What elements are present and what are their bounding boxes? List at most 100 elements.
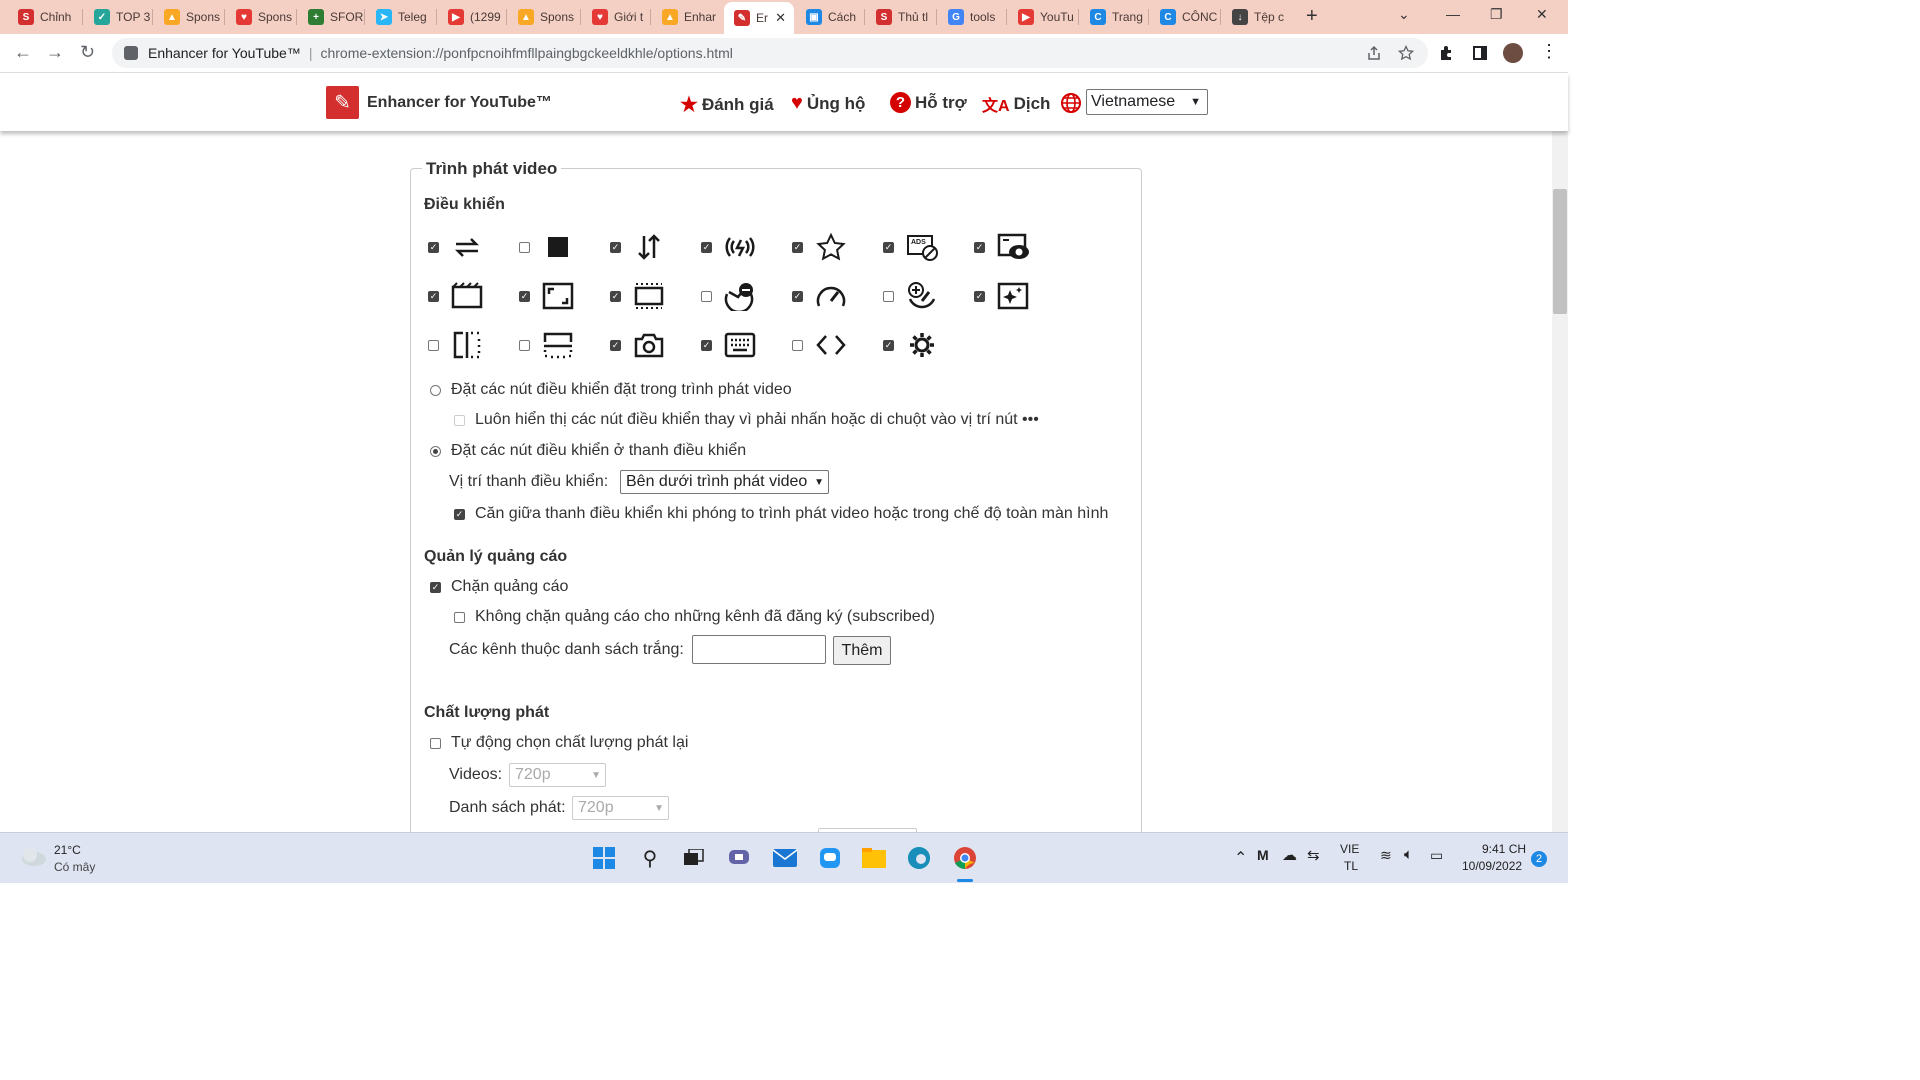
control-checkbox[interactable]	[792, 339, 803, 351]
no-block-subscribed-row[interactable]: Không chặn quảng cáo cho những kênh đã đ…	[454, 608, 935, 626]
address-bar[interactable]: Enhancer for YouTube™ | chrome-extension…	[112, 38, 1428, 68]
close-window-icon[interactable]: ✕	[1536, 6, 1548, 23]
control-option[interactable]: ✓	[883, 329, 943, 361]
chrome-icon[interactable]	[953, 846, 977, 870]
no-block-subscribed-checkbox[interactable]	[454, 611, 465, 623]
always-show-checkbox[interactable]	[454, 414, 465, 426]
add-whitelist-button[interactable]: Thêm	[833, 636, 891, 665]
control-option[interactable]: ✓ ADS	[883, 231, 943, 263]
center-bar-checkbox[interactable]: ✓	[454, 508, 465, 520]
scrollbar-thumb[interactable]	[1553, 189, 1567, 314]
control-option[interactable]: ✓	[428, 280, 488, 312]
browser-tab[interactable]: C Trang	[1080, 4, 1148, 30]
control-option[interactable]: ✓	[610, 280, 670, 312]
control-option[interactable]	[883, 280, 943, 312]
control-option[interactable]: ✓	[610, 231, 670, 263]
control-checkbox[interactable]: ✓	[792, 290, 803, 302]
block-ads-row[interactable]: ✓ Chặn quảng cáo	[430, 578, 568, 596]
control-option[interactable]: ✓	[701, 231, 761, 263]
control-option[interactable]: ✓	[428, 231, 488, 263]
browser-tab[interactable]: + SFOR	[298, 4, 364, 30]
browser-tab[interactable]: ✓ TOP 3	[84, 4, 152, 30]
control-option[interactable]: ✓	[792, 231, 852, 263]
always-show-row[interactable]: Luôn hiển thị các nút điều khiển thay vì…	[454, 411, 1039, 429]
edge-icon[interactable]	[907, 846, 931, 870]
control-checkbox[interactable]: ✓	[701, 339, 712, 351]
browser-tab[interactable]: S Thủ tl	[866, 4, 936, 30]
browser-tab[interactable]: ↓ Tệp c	[1222, 4, 1292, 30]
playlist-quality-select[interactable]: 720p ▼	[572, 796, 669, 820]
control-checkbox[interactable]: ✓	[519, 290, 530, 302]
browser-tab[interactable]: ▶ YouTu	[1008, 4, 1078, 30]
translate-link[interactable]: 文A Dịch	[982, 92, 1050, 116]
teams-chat-icon[interactable]	[727, 846, 751, 870]
control-option[interactable]: ✓	[519, 280, 579, 312]
network-switch-icon[interactable]: ⇆	[1307, 846, 1320, 864]
control-checkbox[interactable]: ✓	[974, 290, 985, 302]
control-option[interactable]: ✓	[974, 231, 1034, 263]
browser-tab[interactable]: ✎ Er ✕	[724, 2, 794, 34]
menu-kebab-icon[interactable]: ⋮	[1540, 41, 1558, 62]
forward-icon[interactable]: →	[46, 42, 64, 63]
onedrive-cloud-icon[interactable]: ☁	[1282, 846, 1297, 864]
input-lang-bottom[interactable]: TL	[1344, 859, 1358, 873]
videos-quality-select[interactable]: 720p ▼	[509, 763, 606, 787]
language-select[interactable]: Vietnamese ▼	[1086, 89, 1208, 115]
control-checkbox[interactable]	[883, 290, 894, 302]
control-checkbox[interactable]: ✓	[610, 290, 621, 302]
mail-tray-icon[interactable]: M	[1257, 847, 1269, 863]
page-scrollbar[interactable]	[1552, 131, 1568, 832]
control-checkbox[interactable]: ✓	[701, 241, 712, 253]
tab-search-icon[interactable]: ⌄	[1398, 6, 1410, 23]
browser-tab[interactable]: ▣ Cách	[796, 4, 864, 30]
auto-quality-row[interactable]: Tự động chọn chất lượng phát lại	[430, 734, 688, 752]
battery-icon[interactable]: ▭	[1430, 847, 1443, 864]
control-checkbox[interactable]	[519, 241, 530, 253]
reload-icon[interactable]: ↻	[80, 42, 95, 63]
close-tab-icon[interactable]: ✕	[775, 10, 786, 26]
support-link[interactable]: ? Hỗ trợ	[890, 92, 967, 113]
wifi-icon[interactable]: ≋	[1380, 847, 1392, 864]
chevron-up-icon[interactable]: ⌃	[1234, 848, 1247, 868]
control-checkbox[interactable]: ✓	[883, 339, 894, 351]
browser-tab[interactable]: ▶ (1299	[438, 4, 506, 30]
control-option[interactable]	[428, 329, 488, 361]
browser-tab[interactable]: C CÔNC	[1150, 4, 1220, 30]
restore-icon[interactable]: ❐	[1490, 6, 1503, 23]
mail-icon[interactable]	[773, 846, 797, 870]
share-icon[interactable]	[1366, 45, 1382, 61]
control-option[interactable]	[792, 329, 852, 361]
minimize-icon[interactable]: —	[1446, 6, 1460, 22]
control-checkbox[interactable]: ✓	[792, 241, 803, 253]
browser-tab[interactable]: S Chỉnh	[8, 4, 82, 30]
messenger-icon[interactable]	[818, 846, 842, 870]
browser-tab[interactable]: ▲ Spons	[508, 4, 580, 30]
browser-tab[interactable]: ▲ Enhar	[652, 4, 722, 30]
browser-tab[interactable]: ➤ Teleg	[366, 4, 436, 30]
control-checkbox[interactable]	[428, 339, 439, 351]
control-checkbox[interactable]: ✓	[974, 241, 985, 253]
windows-start-icon[interactable]	[592, 846, 616, 870]
search-icon[interactable]: ⚲	[638, 846, 662, 870]
control-checkbox[interactable]: ✓	[428, 241, 439, 253]
control-checkbox[interactable]	[701, 290, 712, 302]
center-bar-row[interactable]: ✓ Căn giữa thanh điều khiển khi phóng to …	[454, 505, 1108, 523]
back-icon[interactable]: ←	[14, 42, 32, 63]
clock-date[interactable]: 10/09/2022	[1462, 859, 1522, 873]
control-option[interactable]: ✓	[974, 280, 1034, 312]
control-option[interactable]: ✓	[792, 280, 852, 312]
control-option[interactable]: ✓	[610, 329, 670, 361]
volume-icon[interactable]: 🔈︎	[1404, 846, 1413, 863]
radio-in-player-row[interactable]: Đặt các nút điều khiển đặt trong trình p…	[430, 381, 792, 399]
donate-link[interactable]: ♥ Ủng hộ	[791, 92, 865, 115]
control-option[interactable]	[701, 280, 761, 312]
input-lang-top[interactable]: VIE	[1340, 842, 1359, 856]
radio-in-player[interactable]	[430, 384, 441, 396]
radio-control-bar-row[interactable]: Đặt các nút điều khiển ở thanh điều khiể…	[430, 442, 746, 460]
rate-link[interactable]: ★ Đánh giá	[680, 92, 774, 117]
browser-tab[interactable]: ▲ Spons	[154, 4, 224, 30]
radio-control-bar[interactable]	[430, 445, 441, 457]
control-checkbox[interactable]: ✓	[883, 241, 894, 253]
control-checkbox[interactable]: ✓	[610, 339, 621, 351]
browser-tab[interactable]: ♥ Giới t	[582, 4, 650, 30]
